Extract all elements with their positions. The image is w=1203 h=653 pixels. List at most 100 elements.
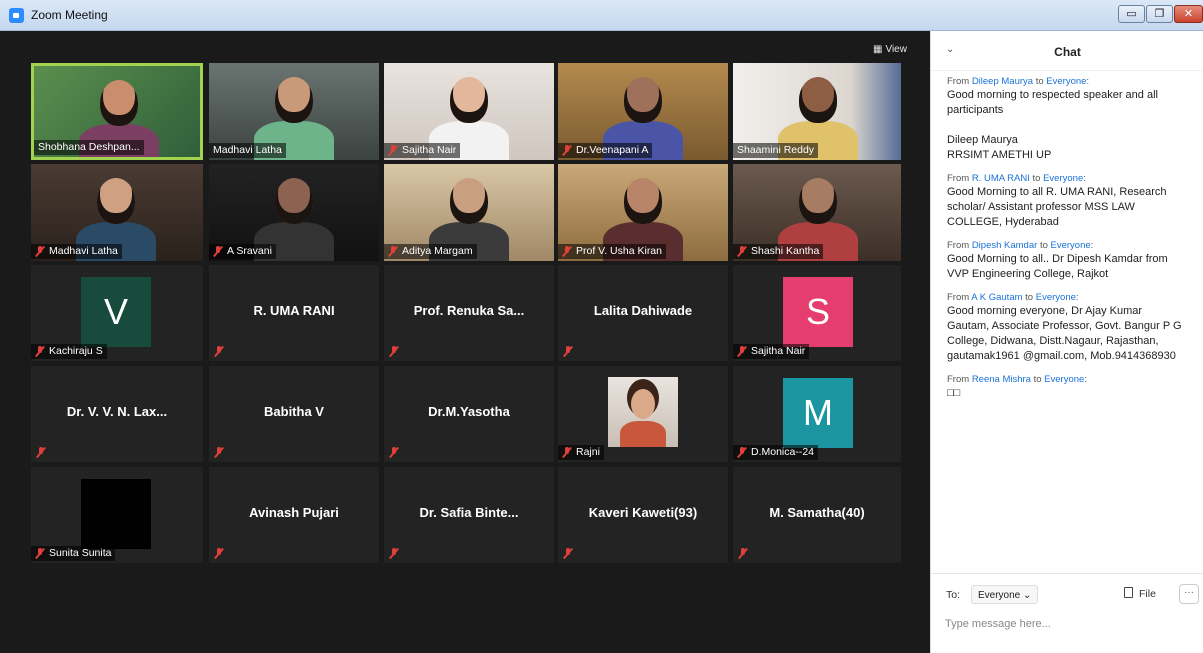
participant-tile[interactable]: M. Samatha(40) — [733, 467, 901, 563]
participant-name-caption: Rajni — [558, 445, 604, 460]
participant-tile[interactable]: Aditya Margam — [384, 164, 554, 261]
participant-tile[interactable]: Dr.Veenapani A — [558, 63, 728, 160]
chat-separator: : — [1083, 173, 1086, 184]
video-gallery: ▦ View Shobhana Deshpan... Madhavi Latha Sa… — [0, 31, 930, 653]
restore-button[interactable]: ❐ — [1146, 5, 1173, 23]
participant-avatar: M — [783, 378, 853, 448]
participant-tile[interactable]: Dr.M.Yasotha — [384, 366, 554, 462]
participant-head — [624, 77, 662, 123]
chat-recipient[interactable]: Everyone — [1046, 76, 1086, 87]
chat-sender[interactable]: R. UMA RANI — [972, 173, 1030, 184]
participant-tile[interactable]: V Kachiraju S — [31, 265, 203, 361]
muted-mic-icon — [562, 145, 572, 156]
chat-sender[interactable]: Dileep Maurya — [972, 76, 1033, 87]
chat-sender[interactable]: Dipesh Kamdar — [972, 240, 1037, 251]
participant-name: R. UMA RANI — [253, 303, 335, 318]
participant-name-caption: Shaamini Reddy — [733, 143, 819, 158]
photo-face — [631, 389, 655, 419]
participant-name: D.Monica--24 — [751, 446, 815, 458]
participant-name: Sajitha Nair — [751, 345, 806, 357]
chat-to-label: to — [1035, 76, 1044, 87]
participant-tile[interactable]: Babitha V — [209, 366, 379, 462]
participant-tile[interactable]: Prof. Renuka Sa... — [384, 265, 554, 361]
participant-tile[interactable]: Rajni — [558, 366, 728, 462]
participant-name: Prof. Renuka Sa... — [413, 303, 525, 318]
chat-message-text: □□ — [947, 387, 961, 399]
chat-message-header: From Dipesh Kamdar to Everyone: — [947, 239, 1187, 252]
participant-tile[interactable]: Madhavi Latha — [31, 164, 203, 261]
participant-tile[interactable]: Kaveri Kaweti(93) — [558, 467, 728, 563]
participant-head — [275, 178, 313, 224]
chat-separator: : — [1075, 292, 1079, 303]
participant-tile[interactable]: Madhavi Latha — [209, 63, 379, 160]
to-label: To: — [946, 589, 961, 601]
participant-head — [450, 77, 488, 123]
chat-message-input[interactable] — [945, 614, 1190, 634]
chat-recipient[interactable]: Everyone — [1044, 374, 1084, 385]
participant-name: Rajni — [576, 446, 600, 458]
chat-message-text: Good Morning to all.. Dr Dipesh Kamdar f… — [947, 253, 1168, 280]
chat-message: From Dileep Maurya to Everyone: Good morn… — [947, 75, 1187, 163]
participant-avatar: V — [81, 277, 151, 347]
file-button-label: File — [1139, 588, 1156, 600]
participant-tile[interactable]: Dr. V. V. N. Lax... — [31, 366, 203, 462]
chat-from-label: From — [947, 173, 970, 184]
participant-head — [275, 77, 313, 123]
close-button[interactable]: ✕ — [1174, 5, 1203, 23]
file-button[interactable]: File — [1124, 587, 1156, 600]
participant-name-caption: D.Monica--24 — [733, 445, 819, 460]
participant-name-caption: Sunita Sunita — [31, 546, 116, 561]
participant-tile[interactable]: Shashi Kantha — [733, 164, 901, 261]
participant-tile[interactable]: A Sravani — [209, 164, 379, 261]
recipient-dropdown[interactable]: Everyone ⌄ — [971, 585, 1039, 604]
participant-tile[interactable]: M D.Monica--24 — [733, 366, 901, 462]
muted-mic-icon — [35, 346, 45, 357]
participant-name: Dr.M.Yasotha — [428, 404, 510, 419]
chat-panel: ⌄ Chat From Dileep Maurya to Everyone: Go… — [930, 31, 1203, 653]
participant-tile[interactable]: Avinash Pujari — [209, 467, 379, 563]
chat-recipient[interactable]: Everyone — [1051, 240, 1091, 251]
chat-recipient[interactable]: Everyone — [1036, 292, 1076, 303]
chat-sender[interactable]: Reena Mishra — [972, 374, 1031, 385]
participant-head — [100, 80, 138, 126]
participant-name-caption: Shobhana Deshpan... — [34, 140, 144, 155]
participant-head — [799, 178, 837, 224]
participant-name: Babitha V — [264, 404, 324, 419]
muted-mic-icon — [389, 548, 399, 559]
muted-mic-icon — [214, 346, 224, 357]
participant-name: Sunita Sunita — [49, 547, 112, 559]
participant-tile[interactable]: Sajitha Nair — [384, 63, 554, 160]
muted-mic-icon — [214, 447, 224, 458]
muted-mic-icon — [36, 447, 46, 458]
participant-name-caption: Prof V. Usha Kiran — [558, 244, 666, 259]
chat-message: From R. UMA RANI to Everyone: Good Mornin… — [947, 172, 1187, 230]
participant-name: Dr. Safia Binte... — [419, 505, 519, 520]
participant-name: A Sravani — [227, 245, 272, 257]
participant-tile[interactable]: Prof V. Usha Kiran — [558, 164, 728, 261]
participant-name: Madhavi Latha — [49, 245, 118, 257]
participant-name: Prof V. Usha Kiran — [576, 245, 662, 257]
participant-tile[interactable]: Sunita Sunita — [31, 467, 203, 563]
restore-icon: ❐ — [1154, 8, 1165, 20]
view-button[interactable]: ▦ View — [873, 44, 907, 55]
participant-head — [799, 77, 837, 123]
chat-recipient[interactable]: Everyone — [1043, 173, 1083, 184]
window-title: Zoom Meeting — [31, 8, 108, 22]
participant-tile[interactable]: S Sajitha Nair — [733, 265, 901, 361]
chat-sender[interactable]: A K Gautam — [971, 292, 1022, 303]
participant-head — [624, 178, 662, 224]
more-options-button[interactable]: ··· — [1179, 584, 1199, 604]
participant-tile[interactable]: Dr. Safia Binte... — [384, 467, 554, 563]
chat-message-header: From Dileep Maurya to Everyone: — [947, 75, 1187, 88]
chat-separator: : — [1090, 240, 1094, 251]
minimize-button[interactable]: ▭ — [1118, 5, 1145, 23]
participant-tile[interactable]: Shaamini Reddy — [733, 63, 901, 160]
participant-tile[interactable]: Shobhana Deshpan... — [31, 63, 203, 160]
participant-tile[interactable]: R. UMA RANI — [209, 265, 379, 361]
participant-name: Dr.Veenapani A — [576, 144, 649, 156]
title-bar: Zoom Meeting ▭ ❐ ✕ — [0, 0, 1203, 31]
camera-off-preview — [81, 479, 151, 549]
chat-message: From Reena Mishra to Everyone: □□ — [947, 373, 1187, 401]
participant-tile[interactable]: Lalita Dahiwade — [558, 265, 728, 361]
chat-message-text: Good morning to respected speaker and al… — [947, 89, 1158, 161]
